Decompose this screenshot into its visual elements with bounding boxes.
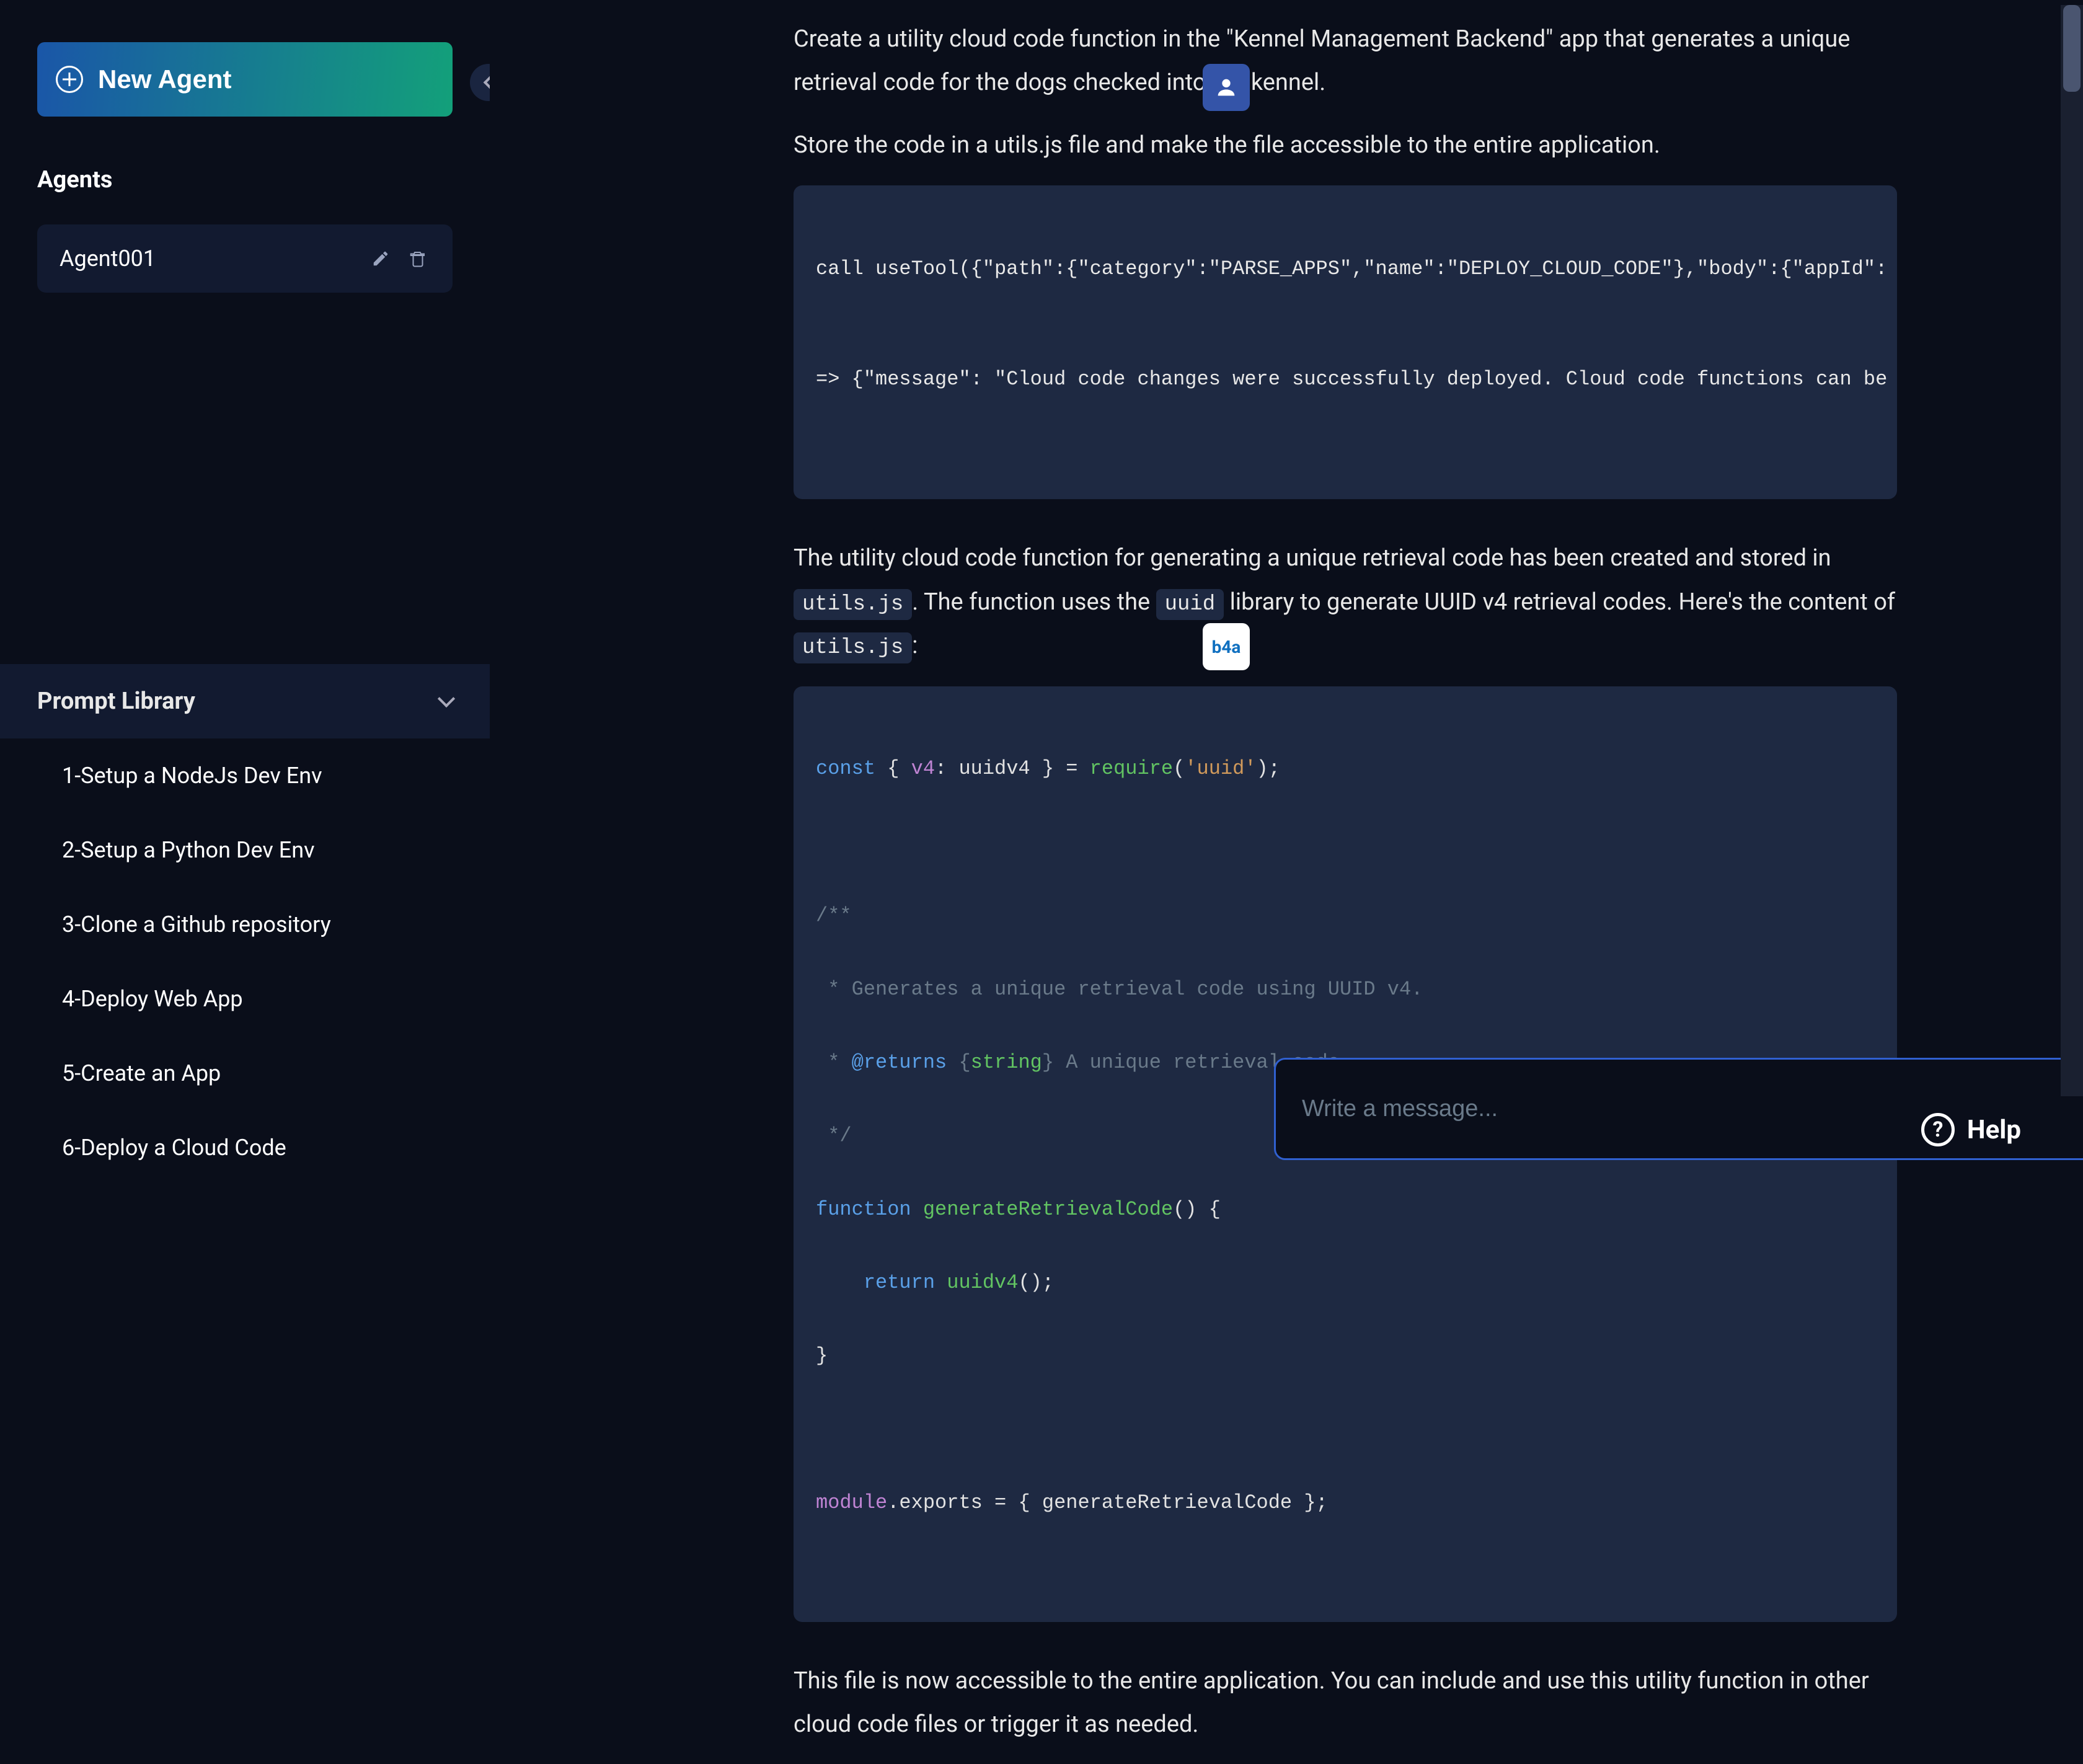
prompt-item-4[interactable]: 4-Deploy Web App (0, 962, 490, 1036)
delete-agent-button[interactable] (405, 246, 430, 271)
chevron-down-icon (438, 690, 455, 707)
prompt-item-3[interactable]: 3-Clone a Github repository (0, 887, 490, 962)
new-agent-button[interactable]: New Agent (37, 42, 453, 117)
new-agent-label: New Agent (98, 64, 231, 94)
user-prompt-line-1: Create a utility cloud code function in … (794, 5, 1897, 105)
user-prompt-line-2: Store the code in a utils.js file and ma… (794, 123, 1897, 167)
inline-code-utilsjs-2: utils.js (794, 632, 912, 663)
help-icon: ? (1921, 1113, 1955, 1146)
prompt-library-header[interactable]: Prompt Library (0, 664, 490, 738)
help-label: Help (1967, 1115, 2021, 1145)
b4a-avatar: b4a (1203, 623, 1250, 670)
pencil-icon (371, 249, 390, 268)
user-icon (1214, 75, 1239, 100)
trash-icon (409, 249, 427, 268)
agents-heading: Agents (0, 117, 490, 206)
code-block-tool-call: call useTool({"path":{"category":"PARSE_… (794, 185, 1897, 499)
inline-code-uuid: uuid (1156, 589, 1224, 620)
prompt-item-1[interactable]: 1-Setup a NodeJs Dev Env (0, 738, 490, 813)
scrollbar-thumb[interactable] (2063, 5, 2081, 92)
main-content: Create a utility cloud code function in … (490, 5, 2083, 1185)
assistant-reply-p2: This file is now accessible to the entir… (794, 1659, 1897, 1747)
help-button[interactable]: ? Help (1921, 1102, 2021, 1158)
prompt-item-2[interactable]: 2-Setup a Python Dev Env (0, 813, 490, 887)
sidebar: New Agent Agents Agent001 Prompt Library… (0, 5, 490, 1185)
assistant-reply-p1: The utility cloud code function for gene… (794, 536, 1897, 668)
user-avatar (1203, 64, 1250, 111)
prompt-library-label: Prompt Library (37, 688, 195, 715)
plus-icon (56, 66, 83, 93)
prompt-item-6[interactable]: 6-Deploy a Cloud Code (0, 1110, 490, 1185)
inline-code-utilsjs-1: utils.js (794, 589, 912, 620)
edit-agent-button[interactable] (368, 246, 393, 271)
agent-name: Agent001 (60, 246, 356, 272)
prompt-item-5[interactable]: 5-Create an App (0, 1036, 490, 1110)
agent-row[interactable]: Agent001 (37, 224, 453, 293)
scrollbar[interactable] (2061, 5, 2083, 1096)
